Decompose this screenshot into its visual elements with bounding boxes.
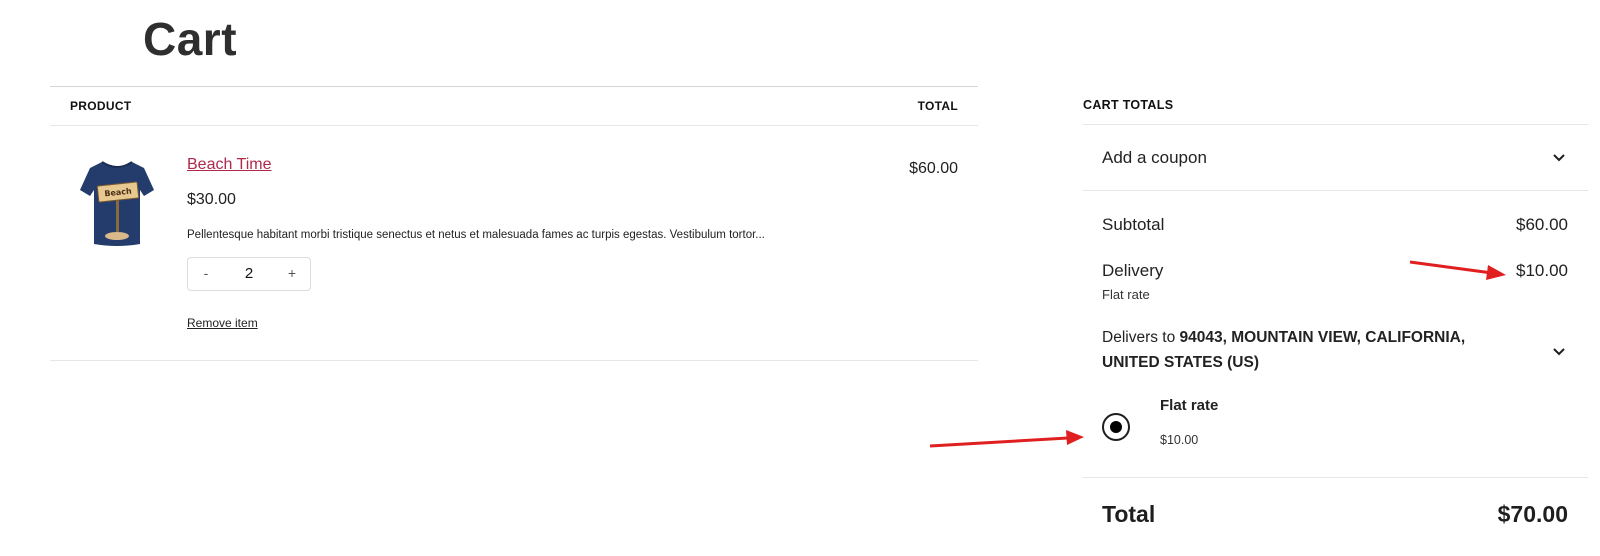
shipping-option-price: $10.00	[1160, 433, 1199, 447]
total-column-header: TOTAL	[917, 99, 958, 113]
flat-rate-radio[interactable]	[1102, 413, 1130, 441]
delivers-to-prefix: Delivers to	[1102, 329, 1180, 346]
product-column-header: PRODUCT	[70, 99, 132, 113]
line-total: $60.00	[909, 160, 958, 177]
delivery-value: $10.00	[1516, 261, 1568, 280]
coupon-toggle[interactable]: Add a coupon	[1083, 125, 1588, 191]
cart-totals-title: CART TOTALS	[1083, 98, 1174, 112]
chevron-down-icon[interactable]	[1552, 347, 1566, 357]
cart-table-header: PRODUCT TOTAL	[50, 86, 978, 126]
grand-total-row: Total $70.00	[1083, 478, 1588, 548]
totals-breakdown: Subtotal $60.00 Delivery Flat rate $10.0…	[1083, 191, 1588, 478]
delivery-label: Delivery	[1102, 261, 1164, 280]
arrow-icon	[929, 430, 1084, 448]
tshirt-image[interactable]: Beach	[80, 156, 154, 248]
product-name-link[interactable]: Beach Time	[187, 156, 271, 174]
cart-table: PRODUCT TOTAL Beach Beach Time $30.00 Pe…	[50, 86, 978, 361]
total-value: $70.00	[1497, 501, 1568, 527]
quantity-input[interactable]: 2	[232, 265, 266, 282]
page-title: Cart	[143, 13, 238, 65]
remove-item-link[interactable]: Remove item	[187, 316, 258, 330]
delivery-address: Delivers to 94043, MOUNTAIN VIEW, CALIFO…	[1102, 325, 1522, 375]
cart-item-row: Beach Beach Time $30.00 Pellentesque hab…	[50, 126, 978, 361]
product-unit-price: $30.00	[187, 191, 236, 208]
coupon-label: Add a coupon	[1102, 148, 1207, 167]
cart-totals: CART TOTALS Add a coupon Subtotal $60.00…	[1083, 86, 1588, 548]
product-description: Pellentesque habitant morbi tristique se…	[187, 229, 765, 241]
decrement-quantity-button[interactable]: -	[196, 265, 216, 281]
subtotal-label: Subtotal	[1102, 215, 1165, 234]
subtotal-value: $60.00	[1516, 215, 1568, 234]
total-label: Total	[1102, 501, 1156, 527]
shipping-option-name: Flat rate	[1160, 397, 1219, 414]
chevron-down-icon[interactable]	[1552, 153, 1566, 163]
radio-selected-dot	[1110, 421, 1122, 433]
increment-quantity-button[interactable]: +	[282, 265, 302, 281]
delivery-method: Flat rate	[1102, 287, 1150, 302]
quantity-stepper: - 2 +	[187, 257, 311, 291]
cart-totals-header: CART TOTALS	[1083, 86, 1588, 125]
